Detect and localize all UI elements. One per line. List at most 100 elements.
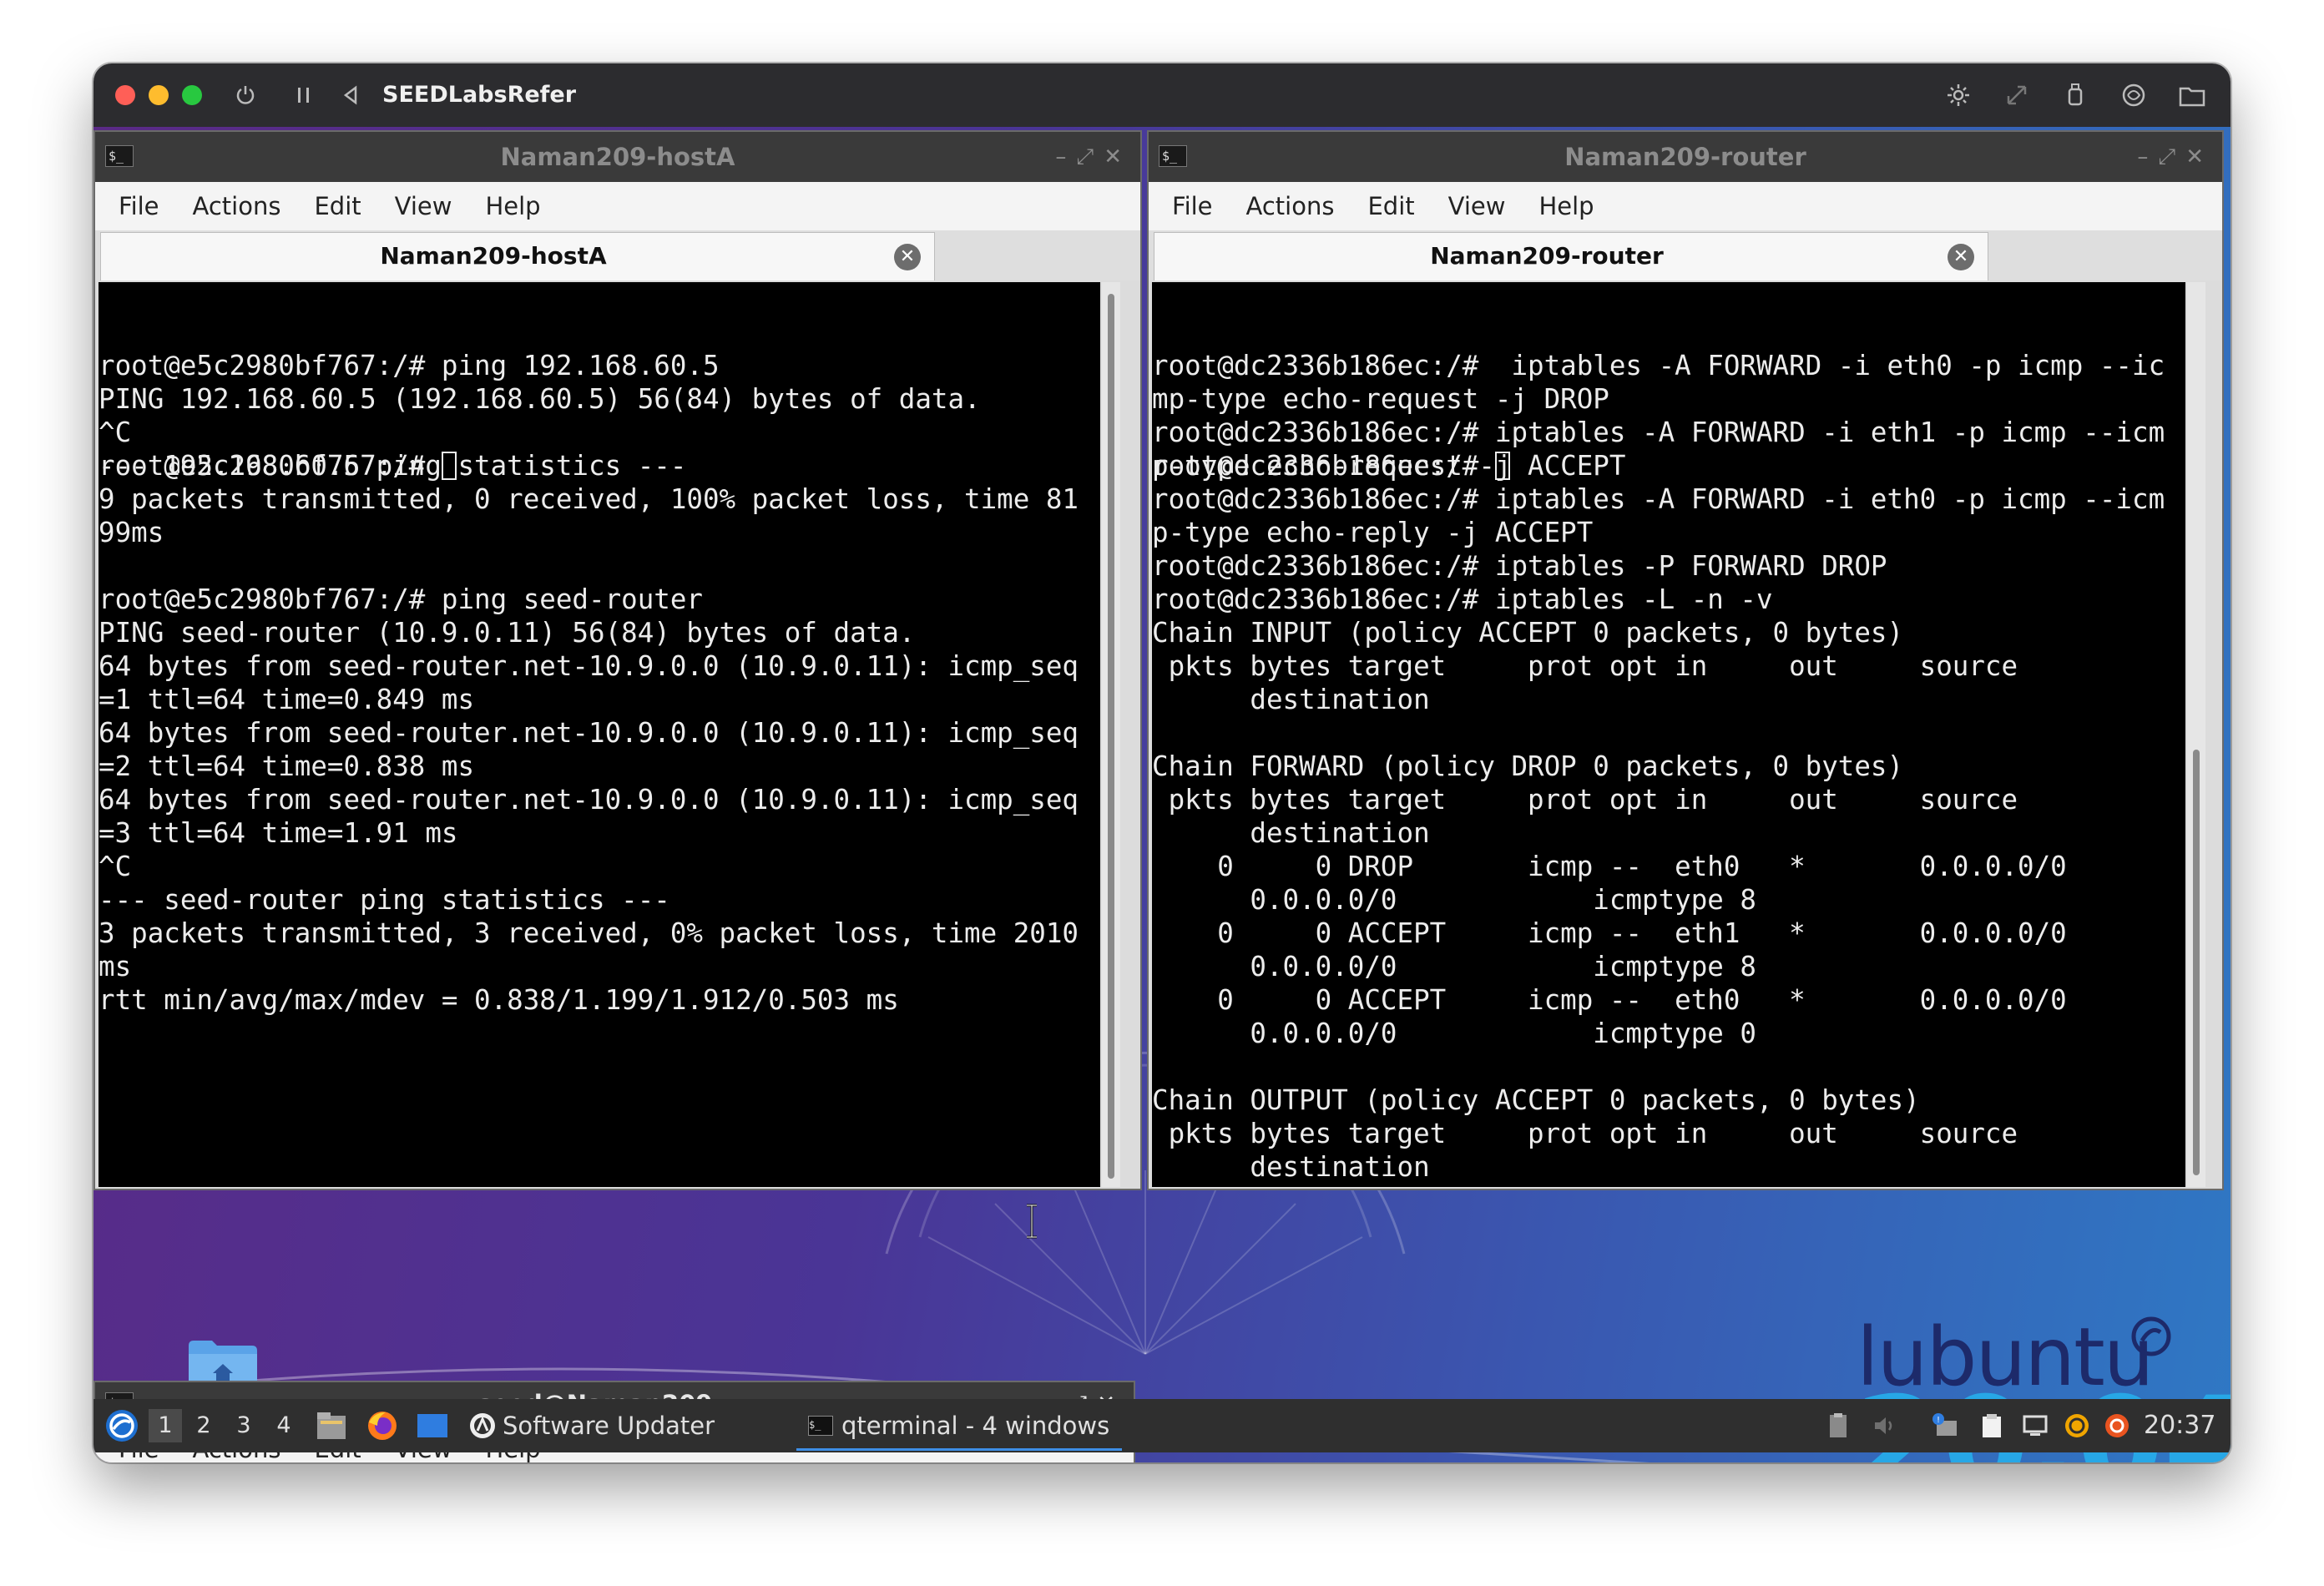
clipboard-icon[interactable]: [1825, 1412, 1852, 1439]
ubuntu-icon[interactable]: [2104, 1412, 2130, 1439]
network-icon[interactable]: [2119, 80, 2149, 110]
terminal-line: pkts bytes target prot opt in out source: [1152, 784, 2018, 816]
menubar: File Actions Edit View Help: [95, 182, 1140, 230]
terminal-line: destination: [1152, 817, 1430, 849]
terminal-line: PING seed-router (10.9.0.11) 56(84) byte…: [99, 617, 916, 649]
tab-close-icon[interactable]: ✕: [894, 244, 921, 270]
power-icon[interactable]: [230, 80, 260, 110]
terminal-output[interactable]: root@dc2336b186ec:/# iptables -A FORWARD…: [1152, 282, 2185, 1187]
resize-icon[interactable]: [2002, 80, 2032, 110]
brightness-icon[interactable]: [1943, 80, 1973, 110]
workspace-4[interactable]: 4: [267, 1409, 301, 1442]
menu-actions[interactable]: Actions: [1246, 192, 1335, 220]
terminal-line: ms: [99, 951, 132, 982]
terminal-line: rtt min/avg/max/mdev = 0.838/1.199/1.912…: [99, 984, 899, 1016]
terminal-line: =2 ttl=64 time=0.838 ms: [99, 750, 475, 782]
terminal-line: 0.0.0.0/0 icmptype 8: [1152, 951, 1756, 982]
qterminal-task-label: qterminal - 4 windows: [841, 1412, 1110, 1440]
update-notifier-icon[interactable]: [2064, 1412, 2090, 1439]
scrollbar[interactable]: [1102, 282, 1120, 1187]
window-title: Naman209-hostA: [500, 143, 735, 171]
menu-help[interactable]: Help: [1538, 192, 1594, 220]
display-icon[interactable]: [2022, 1412, 2049, 1439]
menu-help[interactable]: Help: [485, 192, 540, 220]
terminal-line: 64 bytes from seed-router.net-10.9.0.0 (…: [99, 784, 1079, 816]
software-updater-task[interactable]: Software Updater: [503, 1399, 715, 1452]
pause-icon[interactable]: [289, 80, 319, 110]
tab-close-icon[interactable]: ✕: [1948, 244, 1974, 270]
terminal-line: Chain OUTPUT (policy ACCEPT 0 packets, 0…: [1152, 1084, 1920, 1116]
terminal-icon: $_: [808, 1416, 833, 1436]
window-titlebar[interactable]: $_ Naman209-router –⤢✕: [1149, 132, 2222, 182]
text-cursor: [1494, 452, 1510, 480]
terminal-line: 0.0.0.0/0 icmptype 0: [1152, 1018, 1756, 1049]
menu-edit[interactable]: Edit: [1367, 192, 1414, 220]
window-controls[interactable]: –⤢✕: [2137, 132, 2214, 182]
window-titlebar[interactable]: $_ Naman209-hostA –⤢✕: [95, 132, 1140, 182]
tab-hosta[interactable]: Naman209-hostA ✕: [100, 232, 935, 280]
window-controls[interactable]: –⤢✕: [1055, 132, 1132, 182]
tab-router[interactable]: Naman209-router ✕: [1154, 232, 1988, 280]
terminal-lines: root@dc2336b186ec:/# iptables -A FORWARD…: [1152, 349, 2185, 1183]
qterminal-task[interactable]: $_ qterminal - 4 windows: [796, 1401, 1122, 1451]
terminal-window-hosta[interactable]: $_ Naman209-hostA –⤢✕ File Actions Edit …: [93, 130, 1142, 1190]
terminal-output[interactable]: root@e5c2980bf767:/# ping 192.168.60.5 PI…: [99, 282, 1100, 1187]
zoom-traffic-light[interactable]: [182, 85, 202, 105]
workspace-2[interactable]: 2: [187, 1409, 220, 1442]
show-desktop-icon[interactable]: [416, 1411, 449, 1441]
vm-titlebar: SEEDLabsRefer: [93, 63, 2231, 127]
terminal-line: root@dc2336b186ec:/# iptables -P FORWARD…: [1152, 550, 1887, 582]
shared-folder-icon[interactable]: [2177, 80, 2207, 110]
ibeam-cursor-icon: [1027, 1204, 1037, 1239]
terminal-line: PING 192.168.60.5 (192.168.60.5) 56(84) …: [99, 383, 981, 415]
minimize-traffic-light[interactable]: [149, 85, 169, 105]
scrollbar-thumb[interactable]: [1108, 294, 1114, 1179]
close-traffic-light[interactable]: [115, 85, 135, 105]
workspace-3[interactable]: 3: [227, 1409, 260, 1442]
terminal-line: 0 0 ACCEPT icmp -- eth0 * 0.0.0.0/0: [1152, 984, 2067, 1016]
scrollbar[interactable]: [2187, 282, 2205, 1187]
terminal-line: destination: [1152, 684, 1430, 715]
terminal-line: pkts bytes target prot opt in out source: [1152, 1118, 2018, 1149]
file-manager-icon[interactable]: [316, 1411, 347, 1441]
vm-title: SEEDLabsRefer: [382, 82, 577, 108]
menu-file[interactable]: File: [119, 192, 159, 220]
scrollbar-thumb[interactable]: [2193, 750, 2200, 1175]
terminal-line: root@dc2336b186ec:/# iptables -A FORWARD…: [1152, 483, 2165, 515]
terminal-line: 9 packets transmitted, 0 received, 100% …: [99, 483, 1079, 515]
taskbar: 1 2 3 4 Software Updater $_ qterminal - …: [93, 1399, 2231, 1452]
terminal-line: root@dc2336b186ec:/# iptables -A FORWARD…: [1152, 417, 2165, 448]
clock[interactable]: 20:37: [2144, 1399, 2215, 1452]
main-menu-icon[interactable]: [104, 1407, 140, 1444]
terminal-line: 3 packets transmitted, 3 received, 0% pa…: [99, 917, 1079, 949]
workspace-1[interactable]: 1: [149, 1409, 182, 1442]
notification-icon[interactable]: !: [1932, 1412, 1958, 1439]
terminal-line: root@e5c2980bf767:/# ping seed-router: [99, 583, 703, 615]
terminal-line: ^C: [99, 417, 132, 448]
guest-desktop: seed lubuntu 20.04 $_ Naman209-hostA –⤢✕…: [93, 127, 2231, 1462]
volume-icon[interactable]: [1872, 1412, 1898, 1439]
terminal-line: 64 bytes from seed-router.net-10.9.0.0 (…: [99, 650, 1079, 682]
terminal-line: p-type echo-reply -j ACCEPT: [1152, 517, 1594, 548]
terminal-line: =1 ttl=64 time=0.849 ms: [99, 684, 475, 715]
terminal-line: 99ms: [99, 517, 164, 548]
terminal-line: 0 0 ACCEPT icmp -- eth1 * 0.0.0.0/0: [1152, 917, 2067, 949]
terminal-line: root@e5c2980bf767:/# ping 192.168.60.5: [99, 350, 720, 381]
firefox-icon[interactable]: [366, 1409, 399, 1442]
menu-edit[interactable]: Edit: [314, 192, 361, 220]
lubuntu-logo-icon: [2131, 1316, 2171, 1356]
usb-icon[interactable]: [2060, 80, 2090, 110]
clipboard-manager-icon[interactable]: [1978, 1412, 2005, 1439]
tab-label: Naman209-hostA: [380, 242, 607, 270]
terminal-line: destination: [1152, 1151, 1430, 1183]
menu-view[interactable]: View: [1448, 192, 1506, 220]
menu-actions[interactable]: Actions: [193, 192, 281, 220]
menu-file[interactable]: File: [1172, 192, 1213, 220]
terminal-line: mp-type echo-request -j DROP: [1152, 383, 1609, 415]
vm-window: SEEDLabsRefer lubuntu $_ Naman209-hostA …: [93, 63, 2231, 1462]
terminal-line: Chain INPUT (policy ACCEPT 0 packets, 0 …: [1152, 617, 1904, 649]
terminal-window-router[interactable]: $_ Naman209-router –⤢✕ File Actions Edit…: [1147, 130, 2224, 1190]
back-icon[interactable]: [336, 80, 366, 110]
menu-view[interactable]: View: [395, 192, 452, 220]
